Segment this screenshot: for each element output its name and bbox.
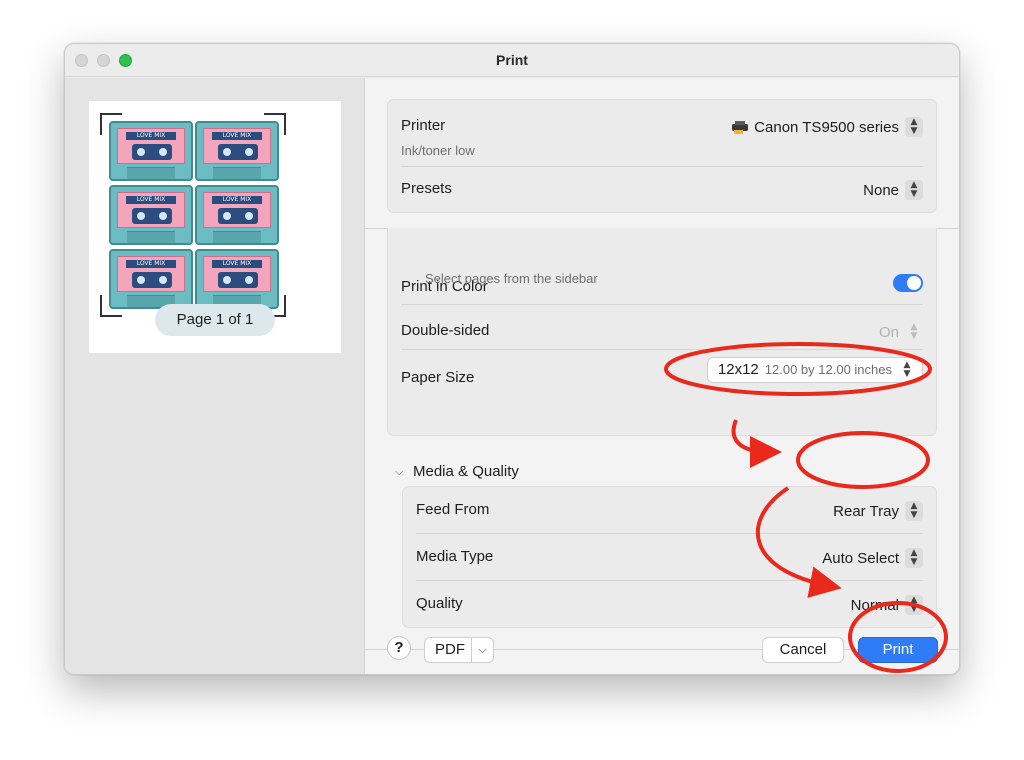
print-button[interactable]: Print xyxy=(858,637,938,663)
cassette-image: LOVE MIX xyxy=(195,185,279,245)
page-preview[interactable]: LOVE MIX LOVE MIX LOVE MIX LOVE MIX LOVE… xyxy=(89,101,341,353)
cassette-image: LOVE MIX xyxy=(109,185,193,245)
cancel-button[interactable]: Cancel xyxy=(762,637,844,663)
print-dialog: Print LOVE MIX LOVE MIX LOVE MIX LOVE MI… xyxy=(64,43,960,675)
cassette-image: LOVE MIX xyxy=(109,249,193,309)
page-indicator: Page 1 of 1 xyxy=(155,304,275,336)
help-button[interactable]: ? xyxy=(387,636,411,660)
cassette-image: LOVE MIX xyxy=(109,121,193,181)
cassette-image: LOVE MIX xyxy=(195,121,279,181)
preview-sidebar: LOVE MIX LOVE MIX LOVE MIX LOVE MIX LOVE… xyxy=(65,78,365,674)
pdf-menu-button[interactable]: PDF ⌵ xyxy=(424,637,494,663)
chevron-down-icon[interactable]: ⌵ xyxy=(471,638,493,662)
pdf-label: PDF xyxy=(435,641,465,658)
cassette-image: LOVE MIX xyxy=(195,249,279,309)
